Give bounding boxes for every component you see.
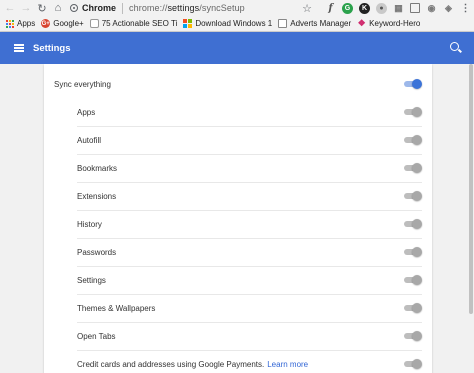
sync-payments-toggle[interactable]	[404, 359, 422, 369]
sync-item-label: Open Tabs	[77, 331, 116, 341]
sync-item-themes[interactable]: Themes & Wallpapers	[44, 294, 432, 322]
sync-item-label: Passwords	[77, 247, 117, 257]
omnibox-origin: Chrome	[82, 3, 117, 13]
chrome-page-icon	[70, 4, 78, 12]
sync-history-toggle[interactable]	[404, 219, 422, 229]
bookmark-label: Apps	[17, 19, 36, 28]
sync-item-label: Themes & Wallpapers	[77, 303, 156, 313]
sync-item-label: Apps	[77, 107, 96, 117]
bookmark-label: Download Windows 1	[195, 19, 273, 28]
document-icon	[278, 19, 288, 28]
sync-extensions-toggle[interactable]	[404, 191, 422, 201]
bookmark-label: Google+	[53, 19, 84, 28]
page-title: Settings	[33, 42, 71, 54]
camera-extension-icon[interactable]: ◉	[426, 3, 437, 14]
search-icon[interactable]	[450, 42, 462, 54]
google-plus-icon: G+	[41, 19, 51, 28]
sync-item-label: Credit cards and addresses using Google …	[77, 359, 309, 369]
sync-item-label: Extensions	[77, 191, 117, 201]
bookmark-apps[interactable]: Apps	[6, 19, 35, 28]
sync-item-label: History	[77, 219, 102, 229]
sync-card: Sync everything Apps Autofill Bookmarks …	[44, 64, 432, 373]
sync-item-label: Autofill	[77, 135, 102, 145]
sync-item-history[interactable]: History	[44, 210, 432, 238]
chrome-menu-icon[interactable]: ⋮	[460, 3, 471, 14]
sync-apps-toggle[interactable]	[404, 107, 422, 117]
settings-header: Settings	[0, 32, 474, 64]
browser-toolbar: ← → ↻ ⌂ Chrome chrome://settings/syncSet…	[0, 0, 474, 16]
scrollbar-thumb[interactable]	[469, 64, 473, 314]
forward-icon[interactable]: →	[20, 2, 32, 14]
formula-extension-icon[interactable]: f	[325, 3, 336, 14]
sync-item-label: Settings	[77, 275, 106, 285]
windows-icon	[183, 19, 193, 28]
sync-item-settings[interactable]: Settings	[44, 266, 432, 294]
sync-item-passwords[interactable]: Passwords	[44, 238, 432, 266]
apps-grid-icon	[6, 19, 14, 28]
sync-item-apps[interactable]: Apps	[44, 98, 432, 126]
hamburger-menu-icon[interactable]	[14, 44, 24, 52]
back-icon[interactable]: ←	[4, 2, 16, 14]
row-divider	[77, 126, 422, 127]
row-divider	[77, 210, 422, 211]
grid-extension-icon[interactable]: ▦	[393, 3, 404, 14]
home-icon[interactable]: ⌂	[52, 2, 64, 14]
shield-extension-icon[interactable]: ◈	[443, 3, 454, 14]
bookmark-seo-tips[interactable]: 75 Actionable SEO Ti	[89, 19, 178, 28]
row-divider	[77, 266, 422, 267]
reload-icon[interactable]: ↻	[36, 2, 48, 15]
omnibox-separator	[122, 2, 124, 14]
bookmark-keyword-hero[interactable]: ❖ Keyword-Hero	[357, 18, 421, 28]
square-extension-icon[interactable]	[410, 3, 420, 13]
bookmark-label: Adverts Manager	[290, 19, 352, 28]
sync-open-tabs-toggle[interactable]	[404, 331, 422, 341]
sync-everything-label: Sync everything	[54, 79, 111, 89]
sync-themes-toggle[interactable]	[404, 303, 422, 313]
bookmarks-bar: Apps G+ Google+ 75 Actionable SEO Ti Dow…	[0, 16, 474, 32]
sync-item-label: Bookmarks	[77, 163, 118, 173]
omnibox-url[interactable]: chrome://settings/syncSetup	[129, 3, 245, 13]
sync-item-extensions[interactable]: Extensions	[44, 182, 432, 210]
k-extension-icon[interactable]: K	[359, 2, 370, 14]
bookmark-star-icon[interactable]: ☆	[302, 2, 312, 15]
row-divider	[77, 322, 422, 323]
sync-everything-row[interactable]: Sync everything	[44, 70, 432, 98]
row-divider	[77, 182, 422, 183]
grammarly-extension-icon[interactable]: G	[342, 2, 353, 14]
sync-item-autofill[interactable]: Autofill	[44, 126, 432, 154]
bookmark-label: Keyword-Hero	[369, 19, 421, 28]
profile-extension-icon[interactable]: ●	[376, 2, 387, 14]
sync-passwords-toggle[interactable]	[404, 247, 422, 257]
sync-item-payments[interactable]: Credit cards and addresses using Google …	[44, 350, 432, 373]
settings-content: Sync everything Apps Autofill Bookmarks …	[0, 64, 474, 373]
sync-autofill-toggle[interactable]	[404, 135, 422, 145]
sync-settings-toggle[interactable]	[404, 275, 422, 285]
row-divider	[77, 154, 422, 155]
row-divider	[77, 350, 422, 351]
omnibox[interactable]: Chrome chrome://settings/syncSetup ☆	[70, 1, 318, 15]
bookmark-download-windows[interactable]: Download Windows 1	[183, 19, 272, 28]
learn-more-link[interactable]: Learn more	[267, 360, 308, 369]
sync-everything-toggle[interactable]	[404, 79, 422, 89]
row-divider	[77, 238, 422, 239]
sync-item-open-tabs[interactable]: Open Tabs	[44, 322, 432, 350]
bookmark-adverts-manager[interactable]: Adverts Manager	[278, 19, 351, 28]
sync-bookmarks-toggle[interactable]	[404, 163, 422, 173]
bookmark-label: 75 Actionable SEO Ti	[101, 19, 178, 28]
bookmark-google-plus[interactable]: G+ Google+	[41, 19, 84, 28]
sync-item-bookmarks[interactable]: Bookmarks	[44, 154, 432, 182]
page-icon	[89, 19, 99, 28]
keyword-hero-icon: ❖	[357, 18, 366, 28]
row-divider	[77, 294, 422, 295]
page-scrollbar[interactable]	[468, 64, 474, 373]
